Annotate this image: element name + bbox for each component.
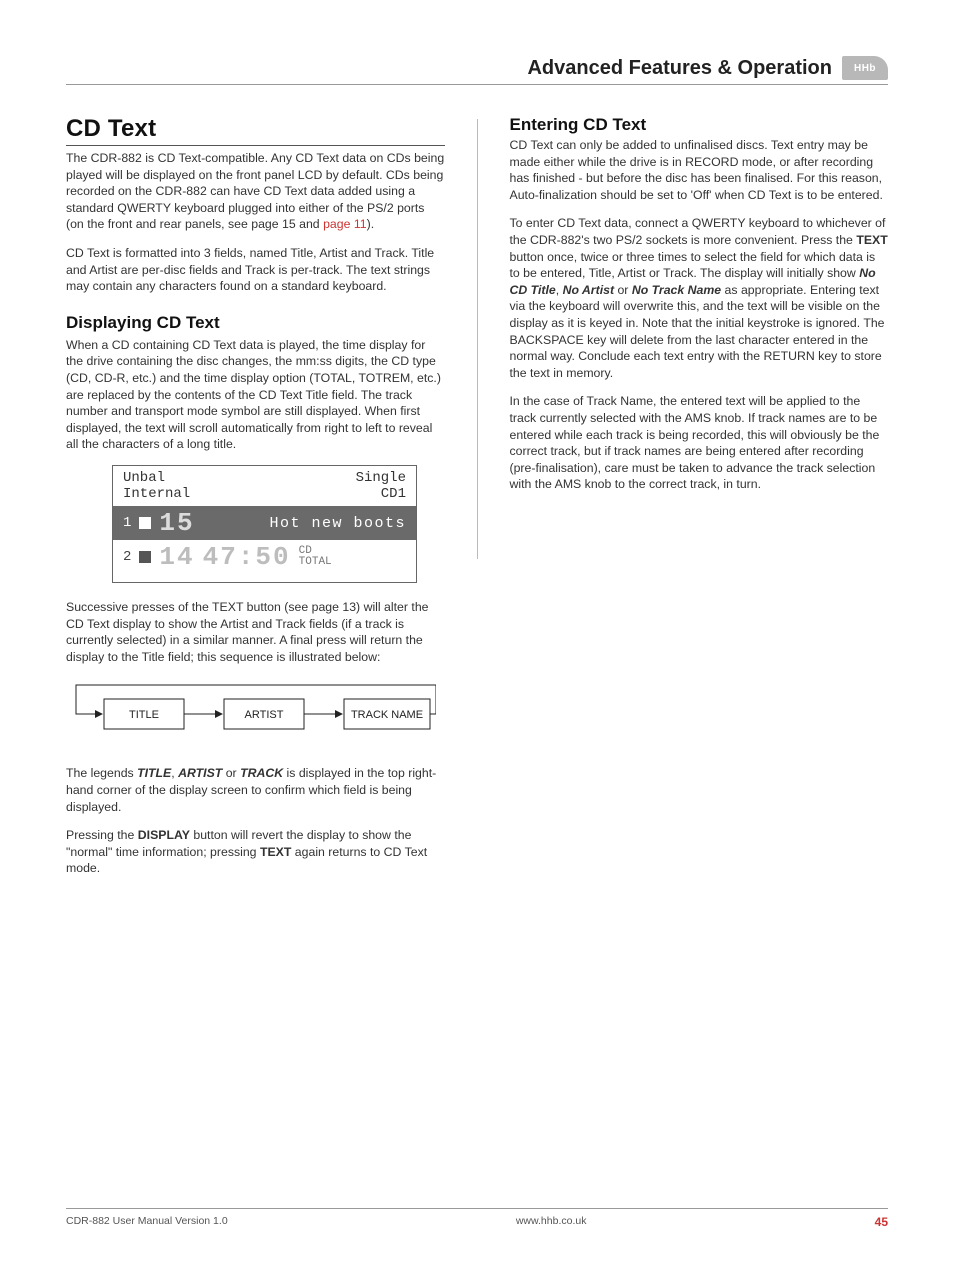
brand-logo: HHb <box>842 56 888 80</box>
no-track-name: No Track Name <box>632 283 721 297</box>
lcd-row1-index: 1 <box>123 515 131 531</box>
page-footer: CDR-882 User Manual Version 1.0 www.hhb.… <box>66 1208 888 1229</box>
no-artist: No Artist <box>563 283 614 297</box>
left-column: CD Text The CDR-882 is CD Text-compatibl… <box>66 115 445 889</box>
heading-cd-text: CD Text <box>66 115 445 146</box>
lcd-row1-title: Hot new boots <box>203 515 406 532</box>
text-button-paragraph: Successive presses of the TEXT button (s… <box>66 599 445 665</box>
intro-text-a: The CDR-882 is CD Text-compatible. Any C… <box>66 151 444 231</box>
flow-title: TITLE <box>129 709 159 721</box>
heading-displaying: Displaying CD Text <box>66 313 445 333</box>
lcd-row2-index: 2 <box>123 549 131 565</box>
lcd-display-mock: Unbal Internal Single CD1 1 15 Hot new b… <box>112 465 417 583</box>
legends-paragraph: The legends TITLE, ARTIST or TRACK is di… <box>66 765 445 815</box>
lcd-top-left: Unbal Internal <box>123 470 190 502</box>
footer-left: CDR-882 User Manual Version 1.0 <box>66 1215 228 1229</box>
stop-icon <box>139 517 151 529</box>
flow-trackname: TRACK NAME <box>351 709 423 721</box>
intro-text-b: ). <box>367 217 375 231</box>
entering-p2: To enter CD Text data, connect a QWERTY … <box>510 215 889 381</box>
intro-paragraph: The CDR-882 is CD Text-compatible. Any C… <box>66 150 445 233</box>
legend-artist: ARTIST <box>178 766 222 780</box>
flow-diagram: TITLE ARTIST TRACK NAME <box>66 679 445 749</box>
right-column: Entering CD Text CD Text can only be add… <box>510 115 889 889</box>
text-button-ref: TEXT <box>260 845 291 859</box>
displaying-paragraph: When a CD containing CD Text data is pla… <box>66 337 445 453</box>
legend-title: TITLE <box>137 766 171 780</box>
flow-artist: ARTIST <box>245 709 284 721</box>
page-number: 45 <box>875 1215 888 1229</box>
lcd-row2-track: 14 <box>159 542 194 572</box>
lcd-row2-meta: CD TOTAL <box>299 546 332 569</box>
display-button-paragraph: Pressing the DISPLAY button will revert … <box>66 827 445 877</box>
entering-p3: In the case of Track Name, the entered t… <box>510 393 889 493</box>
column-divider <box>477 119 478 559</box>
entering-p1: CD Text can only be added to unfinalised… <box>510 137 889 203</box>
footer-center: www.hhb.co.uk <box>516 1215 587 1229</box>
display-button-ref: DISPLAY <box>138 828 190 842</box>
fields-paragraph: CD Text is formatted into 3 fields, name… <box>66 245 445 295</box>
heading-entering: Entering CD Text <box>510 115 889 135</box>
lcd-row1-track: 15 <box>159 508 194 538</box>
text-button-ref2: TEXT <box>856 233 887 247</box>
page-banner: Advanced Features & Operation HHb <box>66 56 888 85</box>
lcd-top-right: Single CD1 <box>356 470 406 502</box>
lcd-row2-time: 47:50 <box>203 542 291 572</box>
banner-title: Advanced Features & Operation <box>527 57 832 80</box>
stop-icon <box>139 551 151 563</box>
page-11-link[interactable]: page 11 <box>323 217 367 231</box>
legend-track: TRACK <box>240 766 283 780</box>
